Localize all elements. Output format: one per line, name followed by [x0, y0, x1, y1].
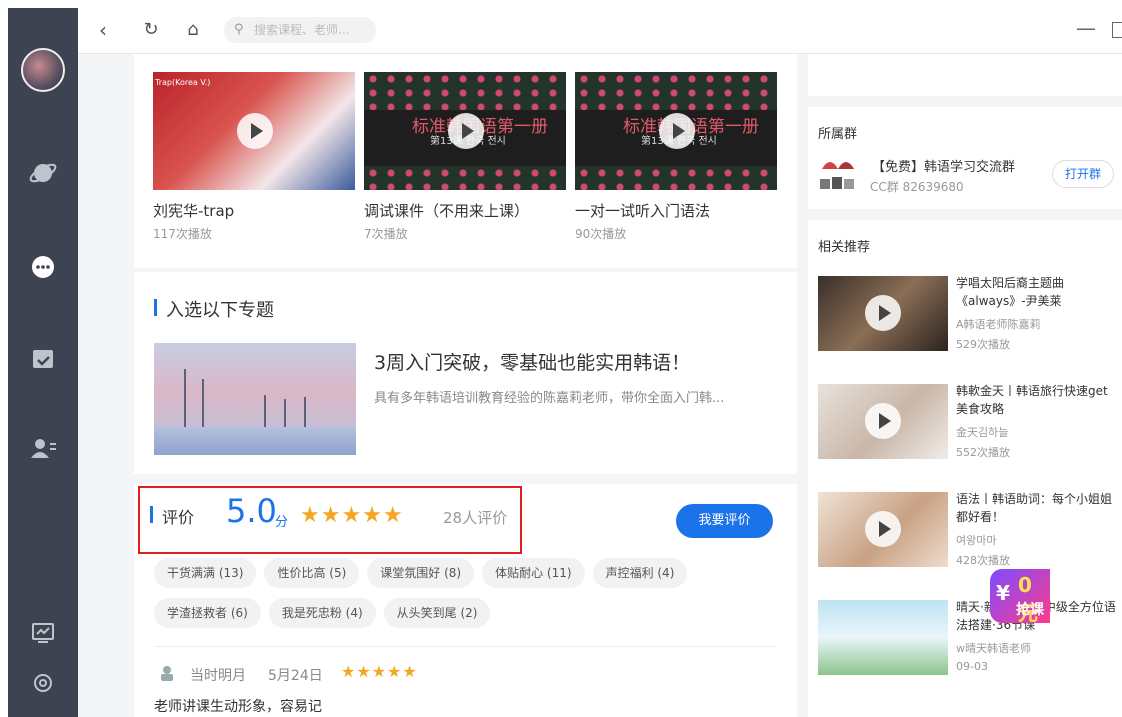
rating-count: 28人评价 [443, 509, 508, 527]
search-icon: ⚲ [234, 22, 244, 37]
recommend-thumbnail[interactable] [818, 276, 948, 351]
back-icon[interactable]: ‹ [92, 19, 114, 41]
group-section-label: 所属群 [818, 127, 858, 142]
review-tags: 干货满满 (13) 性价比高 (5) 课堂氛围好 (8) 体贴耐心 (11) 声控福利 … [154, 558, 714, 638]
section-title: 入选以下专题 [154, 296, 274, 322]
recommend-count: 552次播放 [956, 446, 1010, 459]
review-tag[interactable]: 课堂氛围好 (8) [367, 558, 475, 588]
refresh-icon[interactable]: ↻ [140, 19, 162, 41]
review-tag[interactable]: 学渣拯救者 (6) [154, 598, 261, 628]
recommend-item[interactable]: 韩軟金天丨韩语旅行快速get美食攻略 金天김하늘 552次播放 [818, 384, 1118, 484]
recommend-author: A韩语老师陈嘉莉 [956, 318, 1041, 331]
video-thumbnail[interactable]: 标准韩国语第一册 第13课 한국 전시 [575, 72, 777, 190]
recommend-thumbnail[interactable] [818, 600, 948, 675]
promo-action: 抢课 [1016, 602, 1044, 618]
rating-label: 评价 [150, 504, 194, 528]
video-title[interactable]: 调试课件（不用来上课） [364, 200, 566, 221]
video-thumbnail[interactable]: 标准韩国语第一册 第13课 한국 전시 [364, 72, 566, 190]
user-avatar[interactable] [21, 48, 65, 92]
top-bar: ‹ ↻ ⌂ ⚲ 搜索课程、老师... — [78, 8, 1122, 54]
course-videos-card: Trap(Korea V.) 刘宪华-trap 117次播放 标准韩国语第一册 … [134, 54, 797, 268]
recommend-card: 相关推荐 学唱太阳后裔主题曲《always》-尹美莱 A韩语老师陈嘉莉 529次… [808, 220, 1122, 717]
video-item[interactable]: 标准韩国语第一册 第13课 한국 전시 一对一试听入门语法 90次播放 [575, 72, 777, 242]
side-card-top [808, 54, 1122, 96]
rating-score: 5.0 [226, 492, 277, 530]
write-review-button[interactable]: 我要评价 [676, 504, 773, 538]
commenter-avatar[interactable] [158, 664, 176, 682]
settings-icon[interactable] [28, 668, 58, 698]
video-title[interactable]: 刘宪华-trap [153, 200, 355, 221]
review-tag[interactable]: 体贴耐心 (11) [482, 558, 585, 588]
play-icon[interactable] [865, 511, 901, 547]
commenter-name[interactable]: 当时明月 [190, 665, 246, 685]
recommend-author: 여왕마마 [956, 534, 997, 547]
search-placeholder: 搜索课程、老师... [254, 23, 350, 37]
promo-badge[interactable]: ¥ 0元 抢课 [990, 569, 1050, 625]
rating-card: 评价 5.0 分 ★★★★★ 28人评价 我要评价 干货满满 (13) 性价比高 … [134, 484, 797, 717]
recommend-section-label: 相关推荐 [818, 240, 871, 255]
chat-icon[interactable] [28, 253, 58, 283]
planet-icon[interactable] [28, 158, 58, 188]
recommend-count: 09-03 [956, 660, 988, 673]
comment-stars: ★★★★★ [341, 662, 418, 681]
recommend-author: w晴天韩语老师 [956, 642, 1031, 655]
video-play-count: 90次播放 [575, 227, 627, 241]
comment-text: 老师讲课生动形象，容易记 [154, 699, 322, 715]
review-tag[interactable]: 从头笑到尾 (2) [383, 598, 491, 628]
recommend-item[interactable]: 语法丨韩语助词：每个小姐姐都好看！ 여왕마마 428次播放 [818, 492, 1118, 592]
video-play-count: 7次播放 [364, 227, 408, 241]
contacts-icon[interactable] [28, 433, 58, 463]
topic-image[interactable] [154, 343, 356, 455]
open-group-button[interactable]: 打开群 [1052, 160, 1114, 188]
recommend-title[interactable]: 语法丨韩语助词：每个小姐姐都好看！ [956, 490, 1116, 526]
video-thumbnail[interactable]: Trap(Korea V.) [153, 72, 355, 190]
recommend-thumbnail[interactable] [818, 492, 948, 567]
rating-stars: ★★★★★ [300, 503, 404, 528]
video-play-count: 117次播放 [153, 227, 212, 241]
home-icon[interactable]: ⌂ [182, 19, 204, 41]
video-item[interactable]: Trap(Korea V.) 刘宪华-trap 117次播放 [153, 72, 355, 242]
recommend-author: 金天김하늘 [956, 426, 1009, 439]
divider [154, 646, 777, 647]
calendar-icon[interactable] [28, 343, 58, 373]
minimize-icon[interactable]: — [1076, 16, 1096, 40]
recommend-thumbnail[interactable] [818, 384, 948, 459]
group-name: 【免费】韩语学习交流群 [872, 160, 1016, 175]
content-area: Trap(Korea V.) 刘宪华-trap 117次播放 标准韩国语第一册 … [78, 54, 1122, 717]
recommend-count: 428次播放 [956, 554, 1010, 567]
search-input[interactable]: ⚲ 搜索课程、老师... [224, 17, 376, 43]
recommend-item[interactable]: 晴天·新延世零到中级全方位语法搭建·36节课 w晴天韩语老师 09-03 [818, 600, 1118, 700]
video-title[interactable]: 一对一试听入门语法 [575, 200, 777, 221]
topics-card: 入选以下专题 3周入门突破，零基础也能实用韩语！ 具有多年韩语培训教育经验的陈嘉… [134, 272, 797, 474]
monitor-icon[interactable] [28, 618, 58, 648]
maximize-icon[interactable] [1112, 22, 1122, 38]
app-sidebar [8, 8, 78, 717]
recommend-item[interactable]: 学唱太阳后裔主题曲《always》-尹美莱 A韩语老师陈嘉莉 529次播放 [818, 276, 1118, 376]
topic-description: 具有多年韩语培训教育经验的陈嘉莉老师，带你全面入门韩... [374, 391, 725, 406]
comment-date: 5月24日 [268, 668, 323, 684]
play-icon[interactable] [659, 113, 695, 149]
review-tag[interactable]: 我是死忠粉 (4) [268, 598, 376, 628]
group-avatar-icon [818, 153, 858, 191]
play-icon[interactable] [448, 113, 484, 149]
score-unit: 分 [275, 515, 289, 530]
recommend-title[interactable]: 韩軟金天丨韩语旅行快速get美食攻略 [956, 382, 1116, 418]
thumbnail-label: Trap(Korea V.) [155, 78, 211, 87]
review-tag[interactable]: 干货满满 (13) [154, 558, 257, 588]
recommend-title[interactable]: 学唱太阳后裔主题曲《always》-尹美莱 [956, 274, 1116, 310]
yen-icon: ¥ [996, 581, 1010, 605]
play-icon[interactable] [865, 403, 901, 439]
group-id: CC群 82639680 [870, 180, 964, 194]
review-tag[interactable]: 声控福利 (4) [592, 558, 688, 588]
play-icon[interactable] [865, 295, 901, 331]
review-tag[interactable]: 性价比高 (5) [264, 558, 360, 588]
topic-title[interactable]: 3周入门突破，零基础也能实用韩语！ [374, 348, 690, 375]
recommend-count: 529次播放 [956, 338, 1010, 351]
video-item[interactable]: 标准韩国语第一册 第13课 한국 전시 调试课件（不用来上课） 7次播放 [364, 72, 566, 242]
play-icon[interactable] [237, 113, 273, 149]
group-card: 所属群 【免费】韩语学习交流群 CC群 82639680 打开群 [808, 107, 1122, 209]
